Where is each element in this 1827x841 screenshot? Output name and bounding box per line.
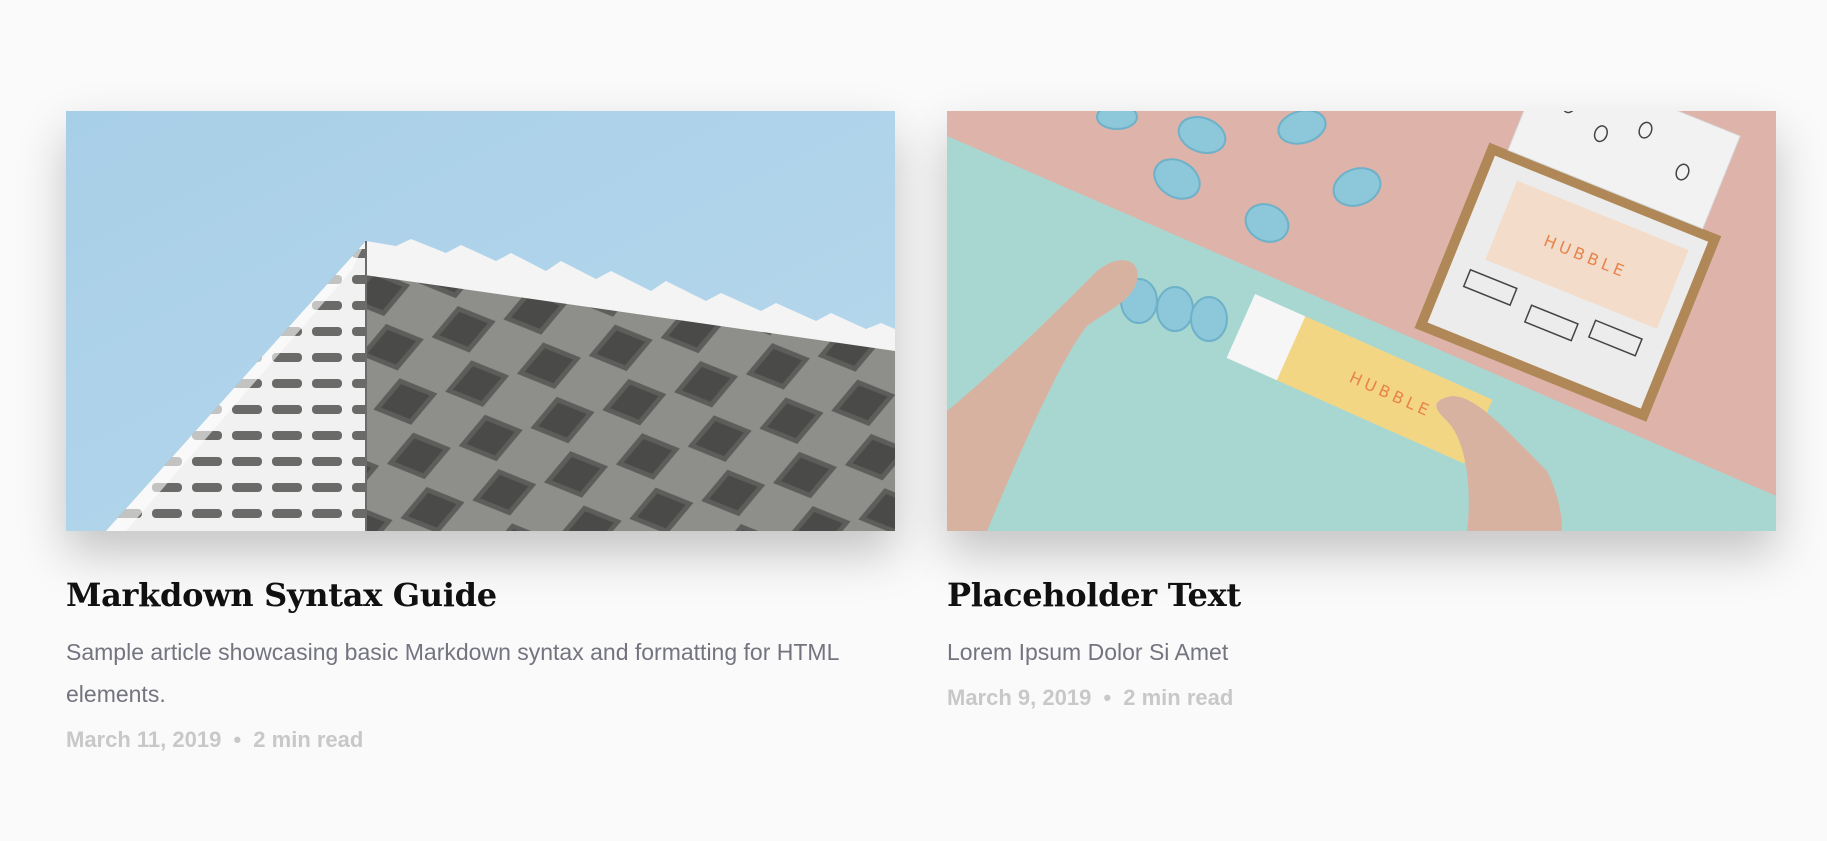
post-read-time: 2 min read xyxy=(253,727,364,752)
post-date: March 11, 2019 xyxy=(66,727,222,752)
post-excerpt: Sample article showcasing basic Markdown… xyxy=(66,639,839,707)
post-date: March 9, 2019 xyxy=(947,685,1092,710)
meta-separator: • xyxy=(1103,685,1112,710)
post-read-time: 2 min read xyxy=(1123,685,1234,710)
post-thumbnail[interactable] xyxy=(66,111,895,531)
post-thumbnail[interactable]: HUBBLE HUBBLE xyxy=(947,111,1776,531)
post-meta: March 11, 2019 • 2 min read xyxy=(66,725,895,755)
post-card-placeholder-text[interactable]: HUBBLE HUBBLE Placeholder Text Lorem Ips… xyxy=(947,111,1776,755)
building-facade-image xyxy=(66,111,895,531)
post-meta: March 9, 2019 • 2 min read xyxy=(947,683,1776,713)
hubble-packaging-image: HUBBLE HUBBLE xyxy=(947,111,1776,531)
post-title[interactable]: Markdown Syntax Guide xyxy=(66,575,895,615)
meta-separator: • xyxy=(233,727,242,752)
post-grid: Markdown Syntax Guide Sample article sho… xyxy=(66,111,1776,755)
post-card-markdown-syntax-guide[interactable]: Markdown Syntax Guide Sample article sho… xyxy=(66,111,895,755)
post-excerpt: Lorem Ipsum Dolor Si Amet xyxy=(947,639,1229,665)
post-title[interactable]: Placeholder Text xyxy=(947,575,1776,615)
